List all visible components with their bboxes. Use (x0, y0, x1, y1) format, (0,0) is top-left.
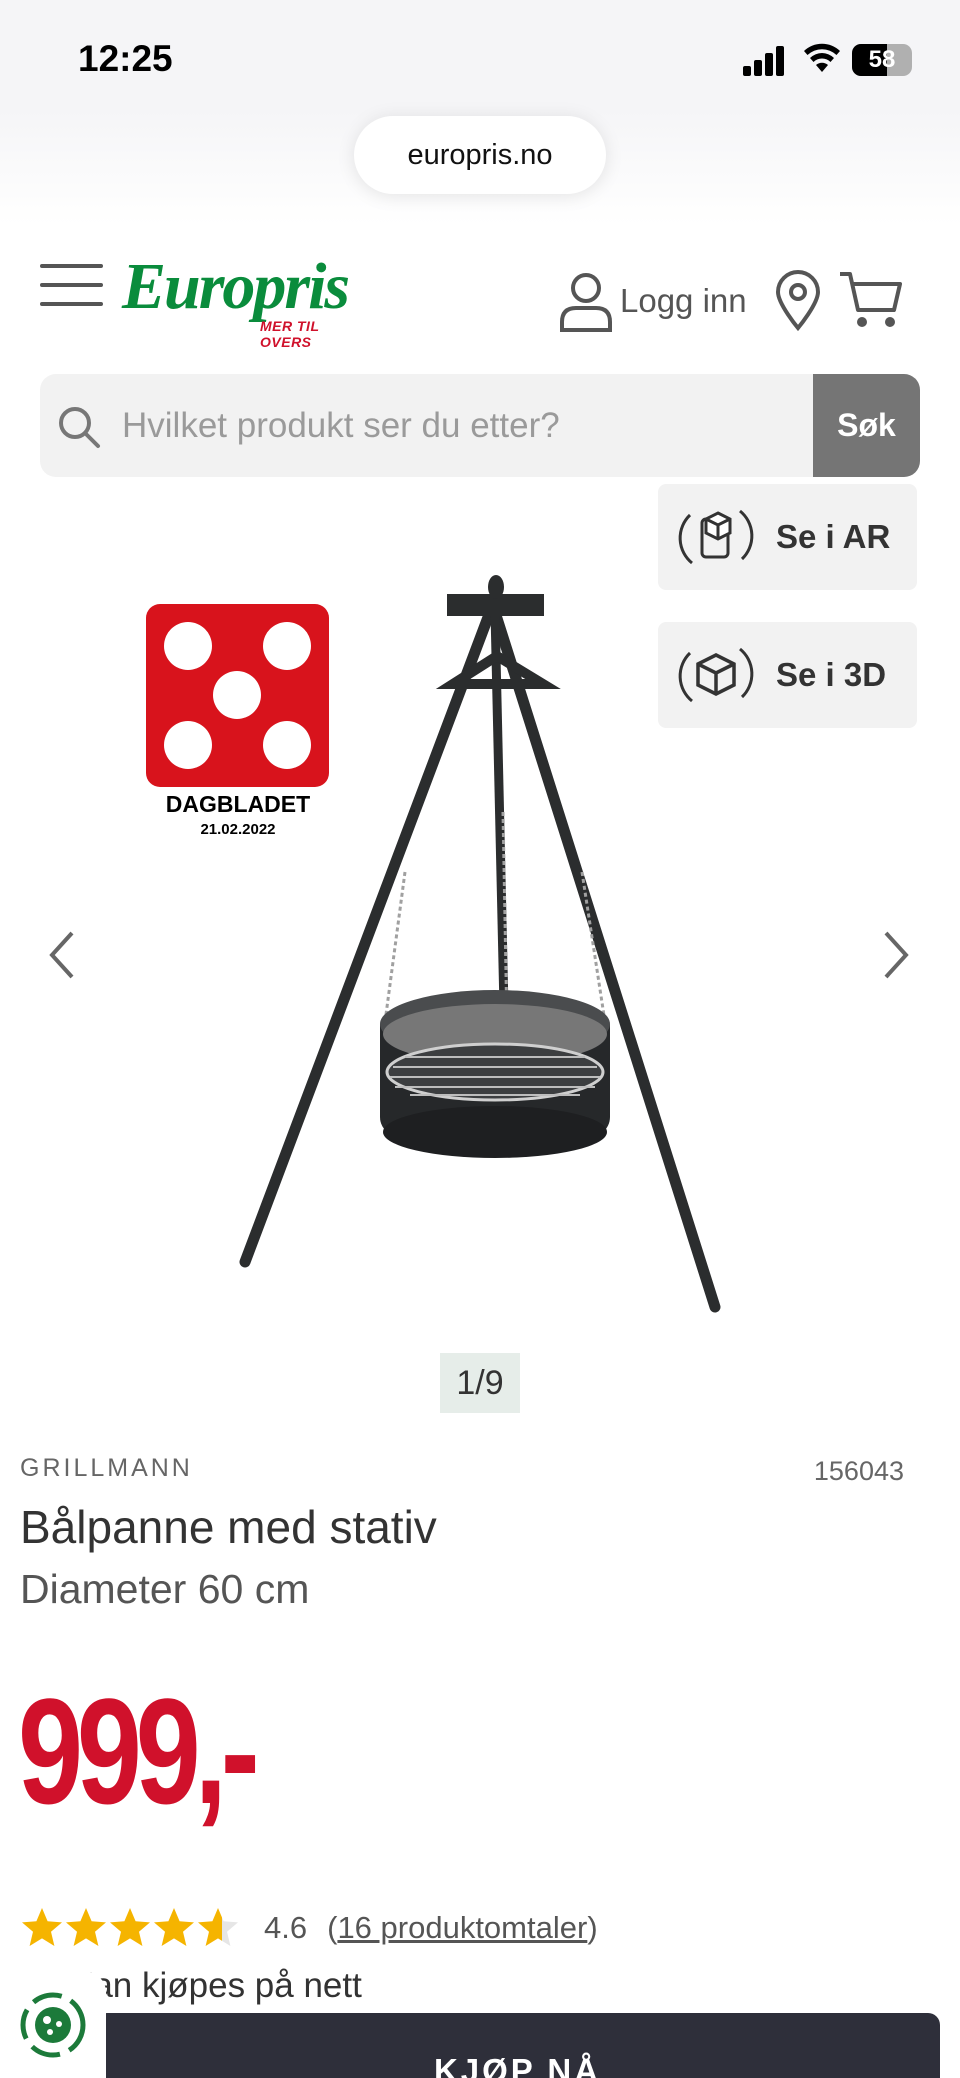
ar-icon (678, 509, 754, 565)
rating-row: 4.6 (16 produktomtaler) (20, 1903, 598, 1953)
rating-value: 4.6 (264, 1910, 308, 1945)
chevron-left-icon[interactable] (42, 925, 82, 985)
recycle-icon (20, 1992, 86, 2058)
status-time: 12:25 (78, 38, 173, 79)
browser-bar: europris.no (0, 110, 960, 225)
star-icon (154, 1908, 194, 1946)
status-bar: 12:25 58 (0, 0, 960, 110)
availability-text: Kan kjøpes på nett (70, 1966, 362, 2005)
image-counter: 1/9 (440, 1353, 520, 1413)
menu-button[interactable] (40, 262, 103, 308)
login-label: Logg inn (620, 282, 747, 319)
star-icon (22, 1908, 62, 1946)
rating-stars (20, 1906, 240, 1950)
location-icon[interactable] (774, 270, 822, 332)
view-3d-label: Se i 3D (776, 656, 887, 693)
europris-logo[interactable]: Europris MER TIL OVERS (122, 250, 362, 351)
battery-icon: 58 (852, 44, 912, 76)
product-image (239, 575, 721, 1313)
signal-icon (743, 46, 785, 76)
star-icon (198, 1908, 238, 1946)
product-brand[interactable]: GRILLMANN (20, 1454, 193, 1483)
cart-icon[interactable] (838, 270, 904, 332)
search-icon (59, 407, 100, 448)
url-field[interactable]: europris.no (354, 116, 606, 194)
reviews-link[interactable]: (16 produktomtaler) (327, 1910, 598, 1946)
user-icon (560, 273, 612, 332)
product-title: Bålpanne med stativ (20, 1501, 437, 1553)
reviews-link-label[interactable]: 16 produktomtaler (337, 1910, 587, 1945)
product-sku: 156043 (813, 1456, 904, 1486)
buy-now-button[interactable]: KJØP NÅ (95, 2013, 940, 2078)
search-button[interactable]: Søk (813, 374, 920, 477)
star-icon (110, 1908, 150, 1946)
search-input[interactable] (122, 374, 842, 477)
logo-tagline: MER TIL OVERS (260, 318, 320, 350)
search-bar: Søk (40, 374, 920, 477)
battery-level: 58 (868, 46, 896, 73)
login-button[interactable]: Logg inn (558, 268, 747, 334)
wifi-icon (804, 43, 840, 72)
view-ar-label: Se i AR (776, 518, 891, 555)
chevron-right-icon[interactable] (876, 925, 916, 985)
logo-text: Europris (122, 250, 350, 323)
star-icon (66, 1908, 106, 1946)
product-gallery: Se i AR Se i 3D DAGBLADET 21.02.2022 1/9 (0, 484, 960, 1420)
product-subtitle: Diameter 60 cm (20, 1566, 310, 1612)
product-price: 999,- (18, 1667, 260, 1835)
eco-badge[interactable] (0, 1972, 106, 2078)
